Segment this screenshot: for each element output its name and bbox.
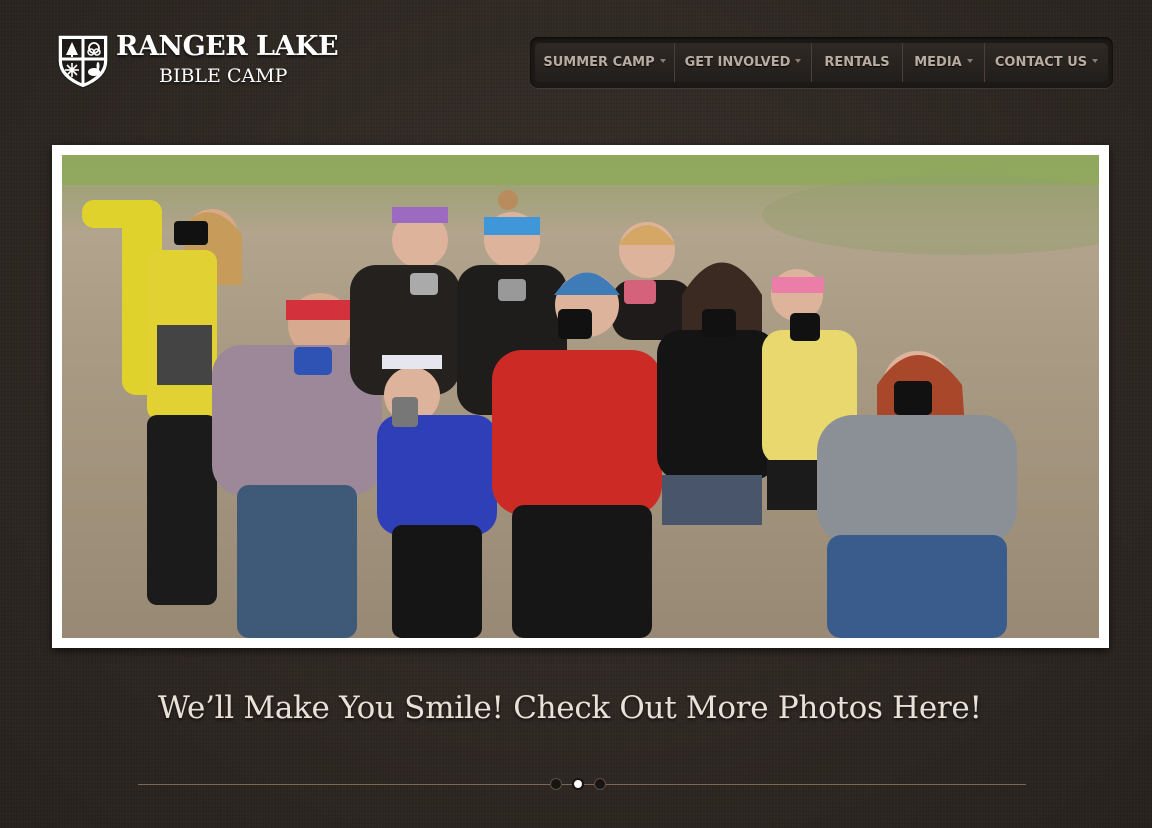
nav-item-label: SUMMER CAMP [543,55,655,70]
caret-down-icon [659,58,666,63]
nav-item-label: GET INVOLVED [684,55,791,70]
nav-item-label: MEDIA [914,55,962,70]
slide-caption-link[interactable]: We’ll Make You Smile! Check Out More Pho… [158,690,982,726]
logo-subtitle: BIBLE CAMP [159,65,288,87]
nav-item-media[interactable]: MEDIA [903,43,985,82]
caret-down-icon [795,58,802,63]
slider-photo-frame [52,145,1109,648]
nav-item-label: RENTALS [824,55,890,70]
nav-item-rentals[interactable]: RENTALS [812,43,903,82]
caret-down-icon [1092,58,1099,63]
slide-dot-3[interactable] [594,778,606,790]
main-navigation: SUMMER CAMP GET INVOLVED RENTALS MEDIA C… [530,37,1113,88]
slide-dot-1[interactable] [550,778,562,790]
caret-down-icon [966,58,973,63]
group-photo-illustration [62,155,1099,638]
nav-bar: SUMMER CAMP GET INVOLVED RENTALS MEDIA C… [535,43,1108,82]
slider-pager [550,777,614,793]
site-logo[interactable]: RANGER LAKE BIBLE CAMP [54,31,354,91]
slide-photo[interactable] [62,155,1099,638]
nav-item-label: CONTACT US [994,55,1088,70]
slide-dot-2-active[interactable] [572,778,584,790]
nav-item-contact-us[interactable]: CONTACT US [985,43,1108,82]
shield-crest-icon [57,34,109,89]
logo-title: RANGER LAKE [116,31,339,62]
nav-item-get-involved[interactable]: GET INVOLVED [675,43,812,82]
nav-item-summer-camp[interactable]: SUMMER CAMP [535,43,675,82]
